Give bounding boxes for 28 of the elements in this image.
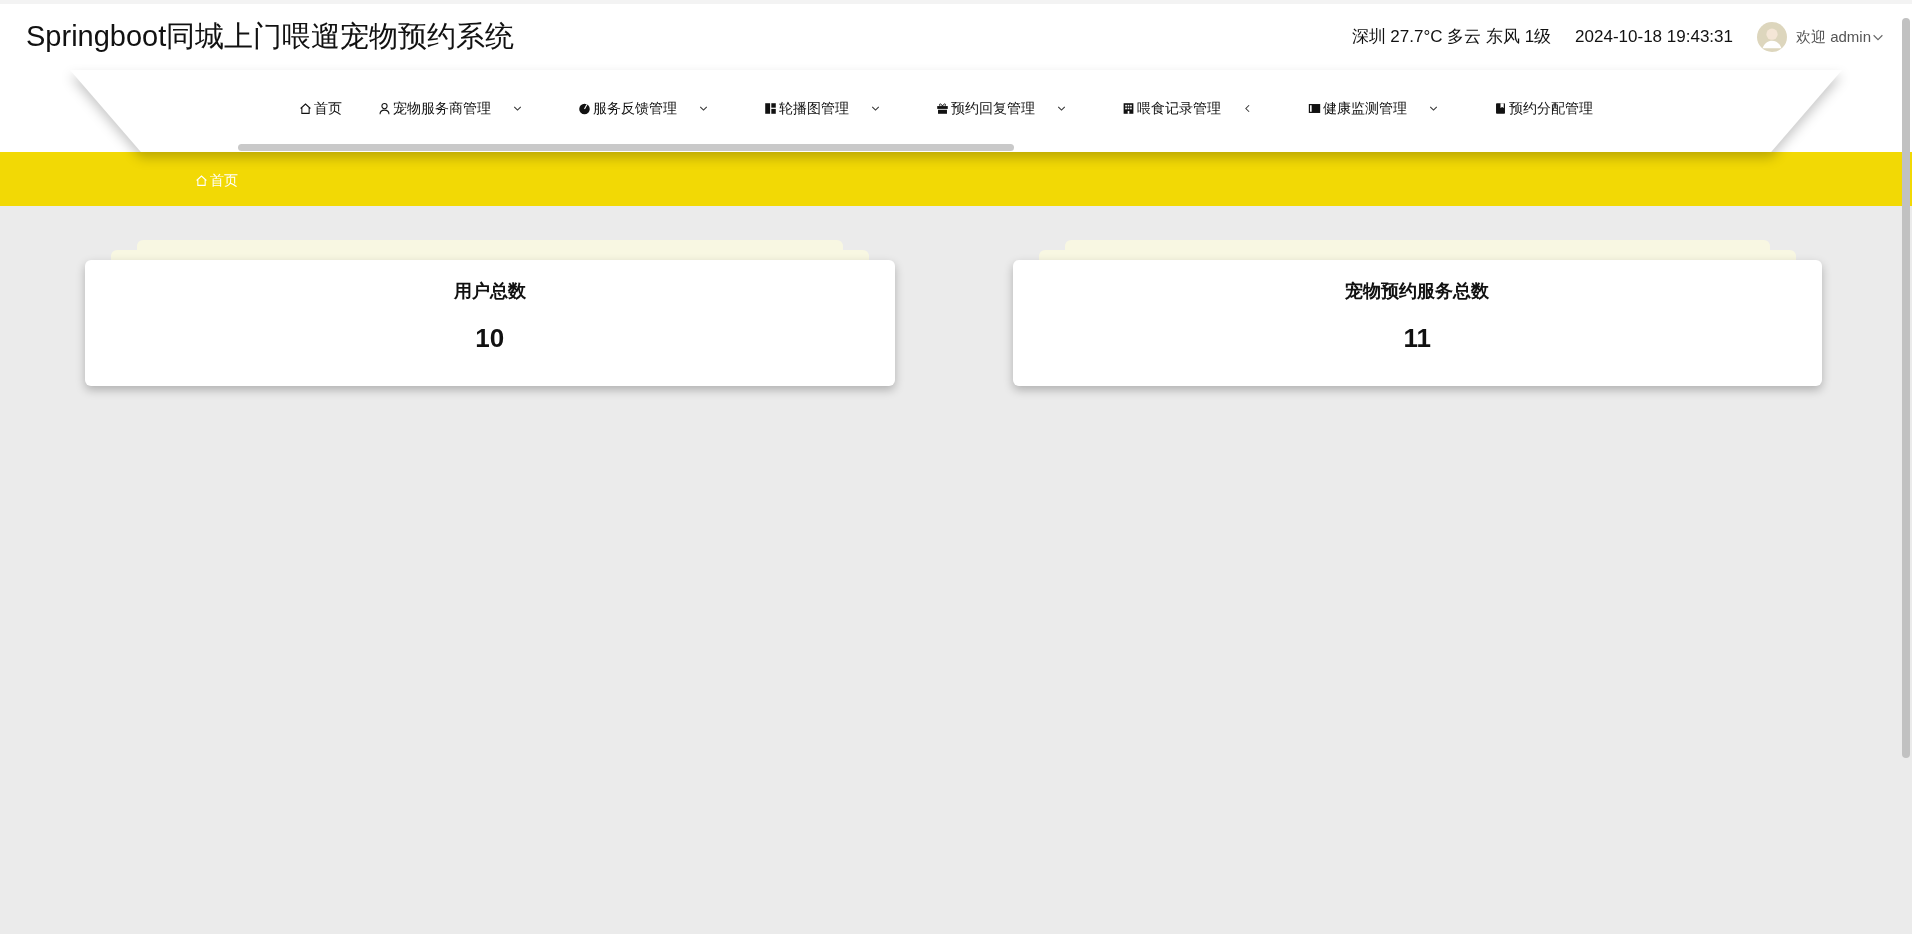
card-icon [1308, 102, 1321, 115]
user-menu[interactable]: 欢迎 admin [1794, 24, 1886, 50]
stat-value: 10 [475, 322, 505, 355]
nav-menu-item[interactable]: 宠物服务商管理 [378, 98, 524, 119]
gift-icon [936, 102, 949, 115]
stat-title: 宠物预约服务总数 [1345, 280, 1490, 303]
date-time: 2024-10-18 19:43:31 [1575, 26, 1733, 49]
weather-text: 深圳 27.7°C 多云 东风 1级 [1351, 26, 1552, 49]
nav-menu-item[interactable]: 首页 [299, 98, 342, 119]
scrollbar[interactable] [238, 144, 1014, 151]
nav-menu-item[interactable]: 服务反馈管理 [578, 98, 710, 119]
nav-menu-item[interactable]: 喂食记录管理 [1122, 98, 1254, 119]
nav-menu-item[interactable]: 轮播图管理 [764, 98, 882, 119]
nav-menu-item[interactable]: 健康监测管理 [1308, 98, 1440, 119]
building-icon [1122, 102, 1135, 115]
layout-icon [764, 102, 777, 115]
scrollbar[interactable] [1902, 18, 1910, 758]
home-icon [299, 102, 312, 115]
pie-chart-icon [578, 102, 591, 115]
user-icon [378, 102, 391, 115]
app-title: Springboot同城上门喂遛宠物预约系统 [26, 19, 515, 55]
nav-menu-item[interactable]: 预约回复管理 [936, 98, 1068, 119]
stat-value: 11 [1403, 322, 1431, 355]
avatar-icon [1756, 22, 1787, 52]
nav-menu-item[interactable]: 预约分配管理 [1494, 98, 1593, 119]
stat-title: 用户总数 [453, 280, 526, 303]
book-icon [1494, 102, 1507, 115]
home-icon [195, 174, 208, 187]
